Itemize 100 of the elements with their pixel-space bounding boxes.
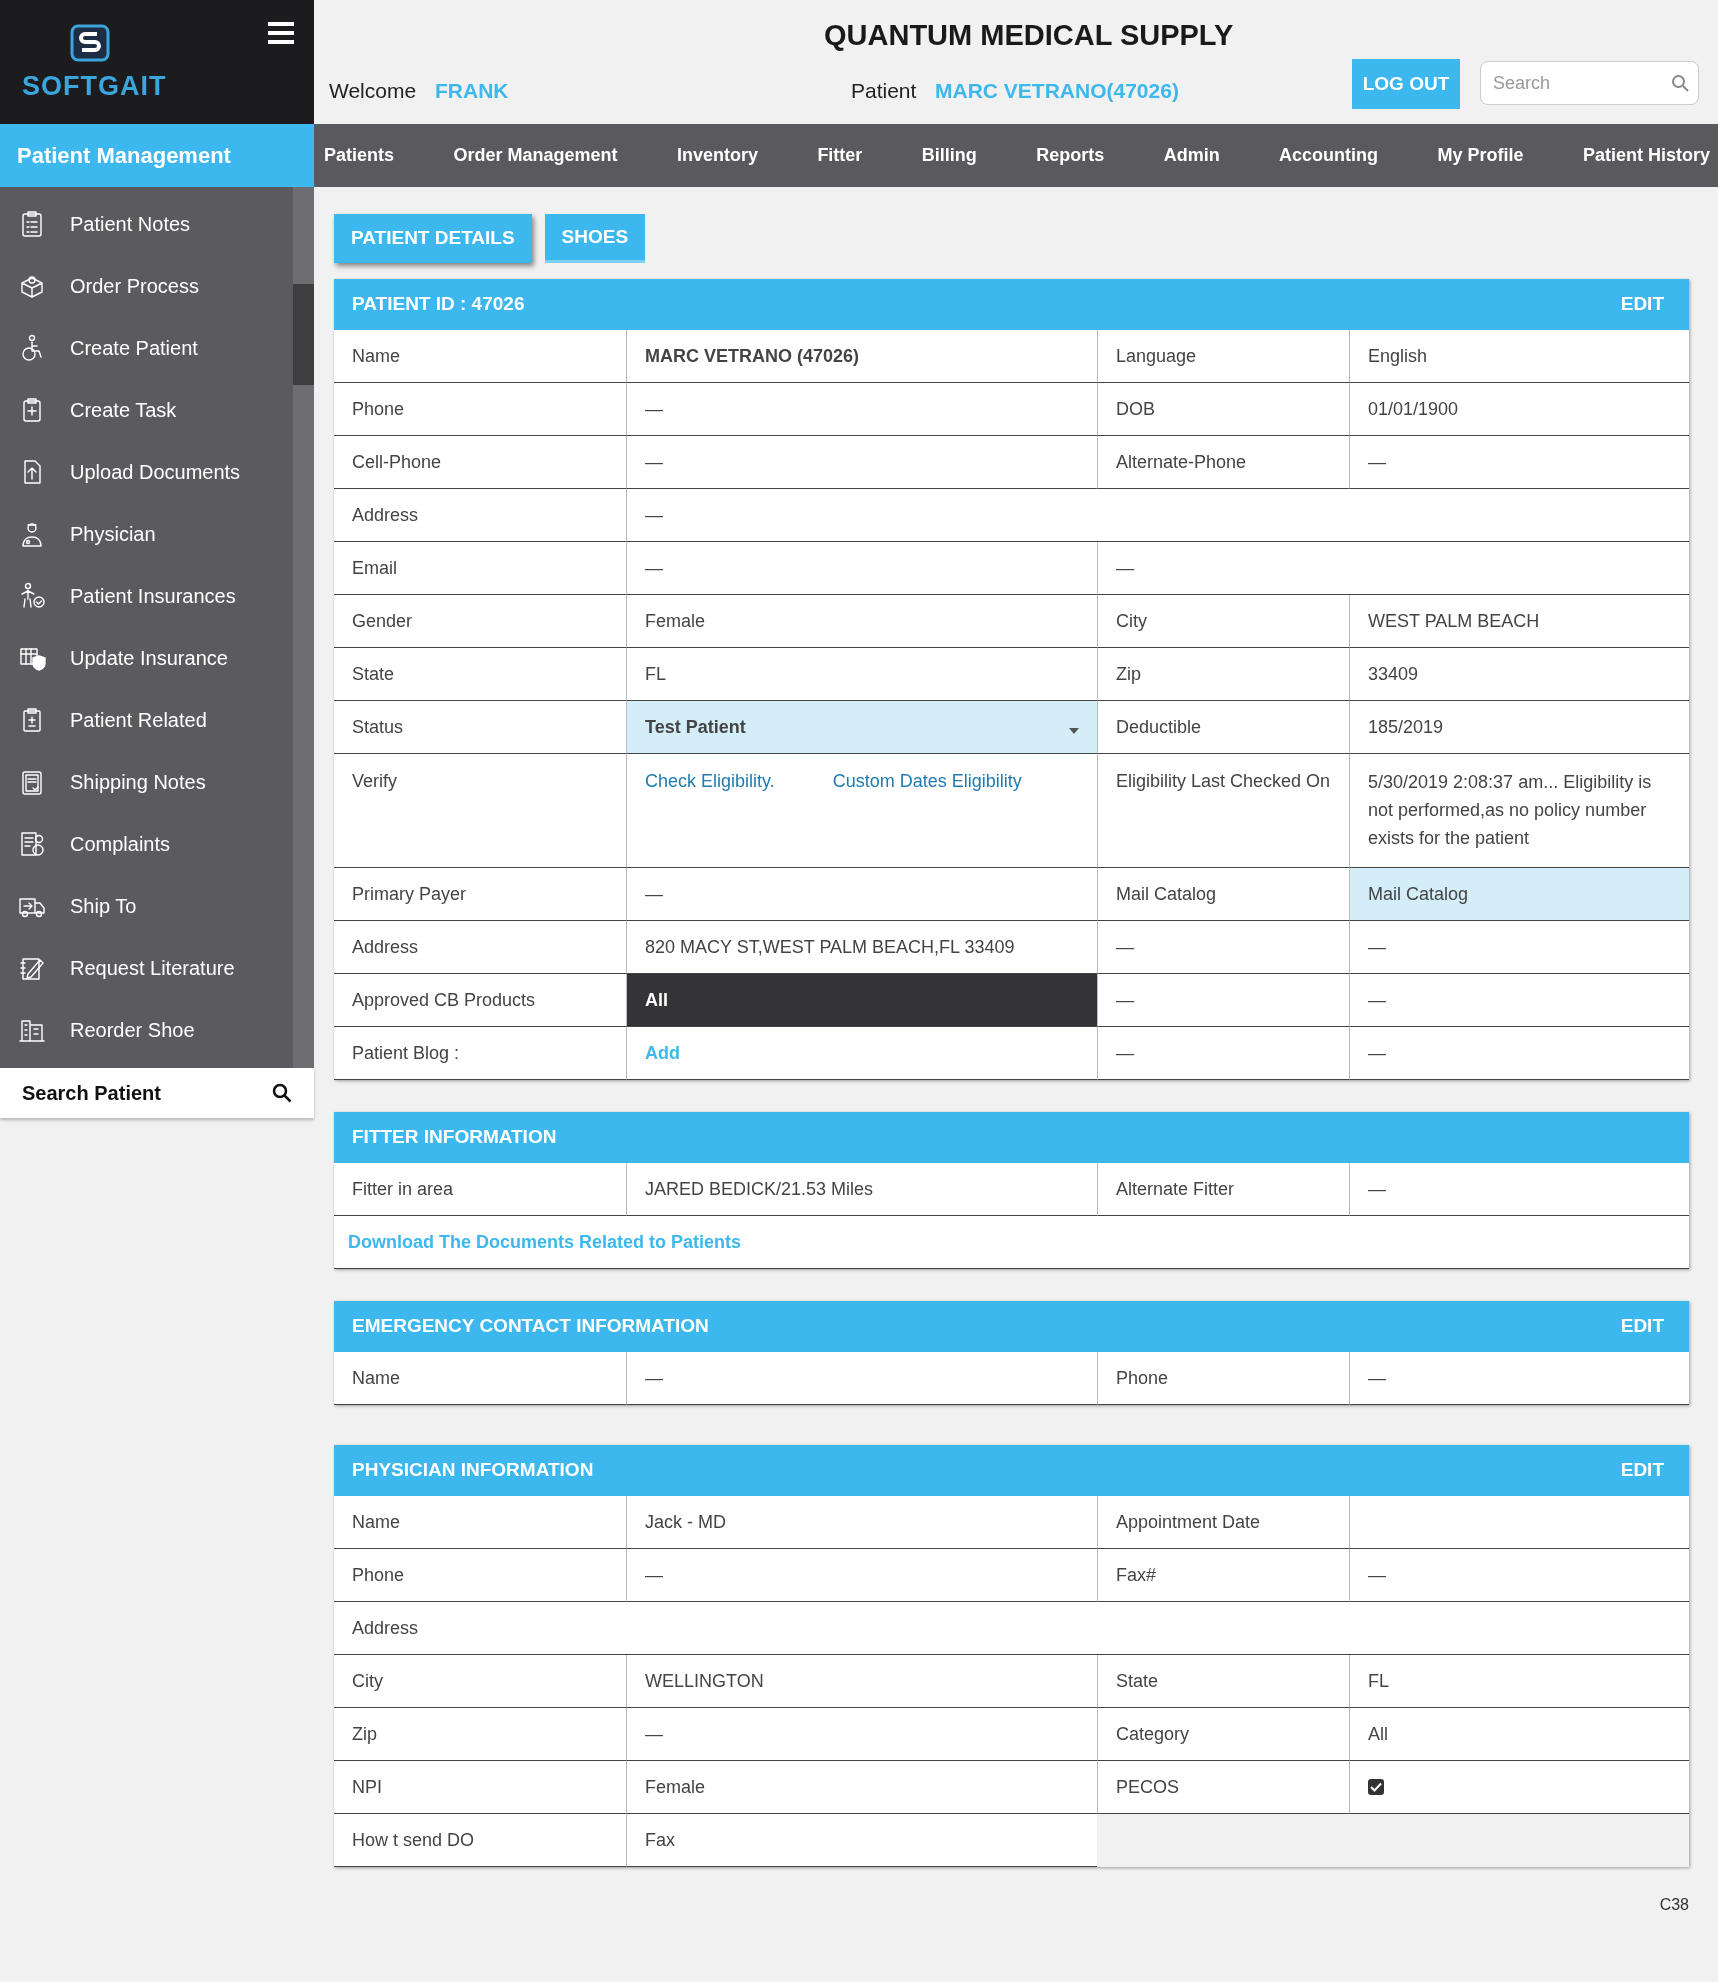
field-label: Phone — [1097, 1352, 1349, 1405]
field-label: Approved CB Products — [334, 974, 626, 1027]
nav-link[interactable]: Inventory — [676, 142, 758, 169]
field-label: Cell-Phone — [334, 436, 626, 489]
table-cell: 33409 — [1349, 648, 1689, 701]
table-cell: — — [1349, 1027, 1689, 1080]
pecos-checkbox[interactable] — [1368, 1779, 1384, 1795]
menu-button[interactable] — [268, 22, 294, 44]
field-label: Address — [334, 1602, 1689, 1655]
document-icon — [18, 830, 46, 858]
field-label: Gender — [334, 595, 626, 648]
field-label: Name — [334, 330, 626, 383]
table-cell: English — [1349, 330, 1689, 383]
table-cell: — — [626, 542, 1097, 595]
field-label: PECOS — [1097, 1761, 1349, 1814]
table-cell: 820 MACY ST,WEST PALM BEACH,FL 33409 — [626, 921, 1097, 974]
table-cell: All — [1349, 1708, 1689, 1761]
patient-label: Patient — [851, 78, 917, 104]
nav-link[interactable]: Reports — [1036, 142, 1105, 169]
table-cell: JARED BEDICK/21.53 Miles — [626, 1163, 1097, 1216]
nav-link[interactable]: Billing — [921, 142, 977, 169]
sidebar-item[interactable]: Complaints — [0, 813, 290, 875]
search-field[interactable]: Search — [1480, 61, 1699, 105]
sidebar-item[interactable]: Physician — [0, 503, 290, 565]
field-label: Verify — [334, 754, 626, 868]
table-cell: — — [626, 1708, 1097, 1761]
nav-link[interactable]: Order Management — [453, 142, 618, 169]
table-cell: — — [1349, 1549, 1689, 1602]
field-label: Language — [1097, 330, 1349, 383]
field-label: DOB — [1097, 383, 1349, 436]
table-cell: Female — [626, 595, 1097, 648]
field-label: Category — [1097, 1708, 1349, 1761]
field-label: Zip — [1097, 648, 1349, 701]
table-cell: 01/01/1900 — [1349, 383, 1689, 436]
nav-link[interactable]: Patients — [324, 142, 395, 169]
table-cell: — — [1097, 1027, 1349, 1080]
nav-link[interactable]: Patient History — [1582, 142, 1710, 169]
table-cell: — — [1349, 974, 1689, 1027]
field-label: State — [1097, 1655, 1349, 1708]
sidebar-item[interactable]: Patient Related — [0, 689, 290, 751]
table-cell: MARC VETRANO (47026) — [626, 330, 1097, 383]
field-label: State — [334, 648, 626, 701]
table-cell: — — [626, 436, 1097, 489]
table-cell: — — [626, 1549, 1097, 1602]
card-title: PHYSICIAN INFORMATION — [352, 1458, 594, 1483]
field-label: NPI — [334, 1761, 626, 1814]
sidebar-item[interactable]: Patient Notes — [0, 193, 290, 255]
table-cell: — — [1349, 1352, 1689, 1405]
sidebar-item[interactable]: Update Insurance — [0, 627, 290, 689]
table-cell: 185/2019 — [1349, 701, 1689, 754]
search-patient-field[interactable]: Search Patient — [0, 1068, 314, 1118]
eligibility-link[interactable]: Check Eligibility. — [645, 768, 775, 795]
logo-text: SOFTGAIT — [22, 70, 167, 103]
sidebar-item[interactable]: Create Patient — [0, 317, 290, 379]
sidebar-item[interactable]: Order Process — [0, 255, 290, 317]
logo-icon — [70, 24, 110, 62]
table-cell: — — [626, 868, 1097, 921]
field-label: Fitter in area — [334, 1163, 626, 1216]
field-label: How t send DO — [334, 1814, 626, 1867]
table-cell: — — [1097, 921, 1349, 974]
sidebar-item[interactable]: Ship To — [0, 875, 290, 937]
table-cell: FL — [626, 648, 1097, 701]
sidebar-item[interactable]: Reorder Shoe — [0, 999, 290, 1061]
table-cell: Fax — [626, 1814, 1097, 1867]
sidebar-item[interactable]: Patient Insurances — [0, 565, 290, 627]
field-label: Phone — [334, 1549, 626, 1602]
field-label: Appointment Date — [1097, 1496, 1349, 1549]
field-label: Name — [334, 1496, 626, 1549]
status-dropdown[interactable]: Test Patient — [626, 701, 1097, 754]
nav-link[interactable]: Fitter — [817, 142, 863, 169]
field-label: Eligibility Last Checked On — [1097, 754, 1349, 868]
table-cell: — — [1349, 921, 1689, 974]
field-label: Primary Payer — [334, 868, 626, 921]
sidebar-item[interactable]: Create Task — [0, 379, 290, 441]
table-cell: — — [1097, 974, 1349, 1027]
field-label: Address — [334, 921, 626, 974]
company-title: QUANTUM MEDICAL SUPPLY — [824, 18, 1234, 53]
nav-link[interactable]: Admin — [1163, 142, 1220, 169]
user-name: FRANK — [435, 78, 509, 104]
field-label: Fax# — [1097, 1549, 1349, 1602]
eligibility-link[interactable]: Custom Dates Eligibility — [832, 768, 1022, 795]
nav-link[interactable]: My Profile — [1437, 142, 1524, 169]
page-code: C38 — [1659, 1895, 1689, 1915]
sidebar-item[interactable]: Upload Documents — [0, 441, 290, 503]
sidebar-item[interactable]: Request Literature — [0, 937, 290, 999]
search-icon — [1671, 74, 1689, 92]
search-icon — [272, 1083, 292, 1103]
table-cell: All — [626, 974, 1097, 1027]
field-label: Alternate Fitter — [1097, 1163, 1349, 1216]
scrollbar[interactable] — [293, 187, 314, 1068]
table-cell: — — [626, 489, 1689, 542]
field-label: City — [334, 1655, 626, 1708]
table-cell: — — [626, 383, 1097, 436]
sidebar-item[interactable]: Shipping Notes — [0, 751, 290, 813]
field-label: Email — [334, 542, 626, 595]
table-cell: Female — [626, 1761, 1097, 1814]
nav-link[interactable]: Accounting — [1279, 142, 1379, 169]
card-title: EMERGENCY CONTACT INFORMATION — [352, 1314, 709, 1339]
field-label: Status — [334, 701, 626, 754]
field-label: Alternate-Phone — [1097, 436, 1349, 489]
